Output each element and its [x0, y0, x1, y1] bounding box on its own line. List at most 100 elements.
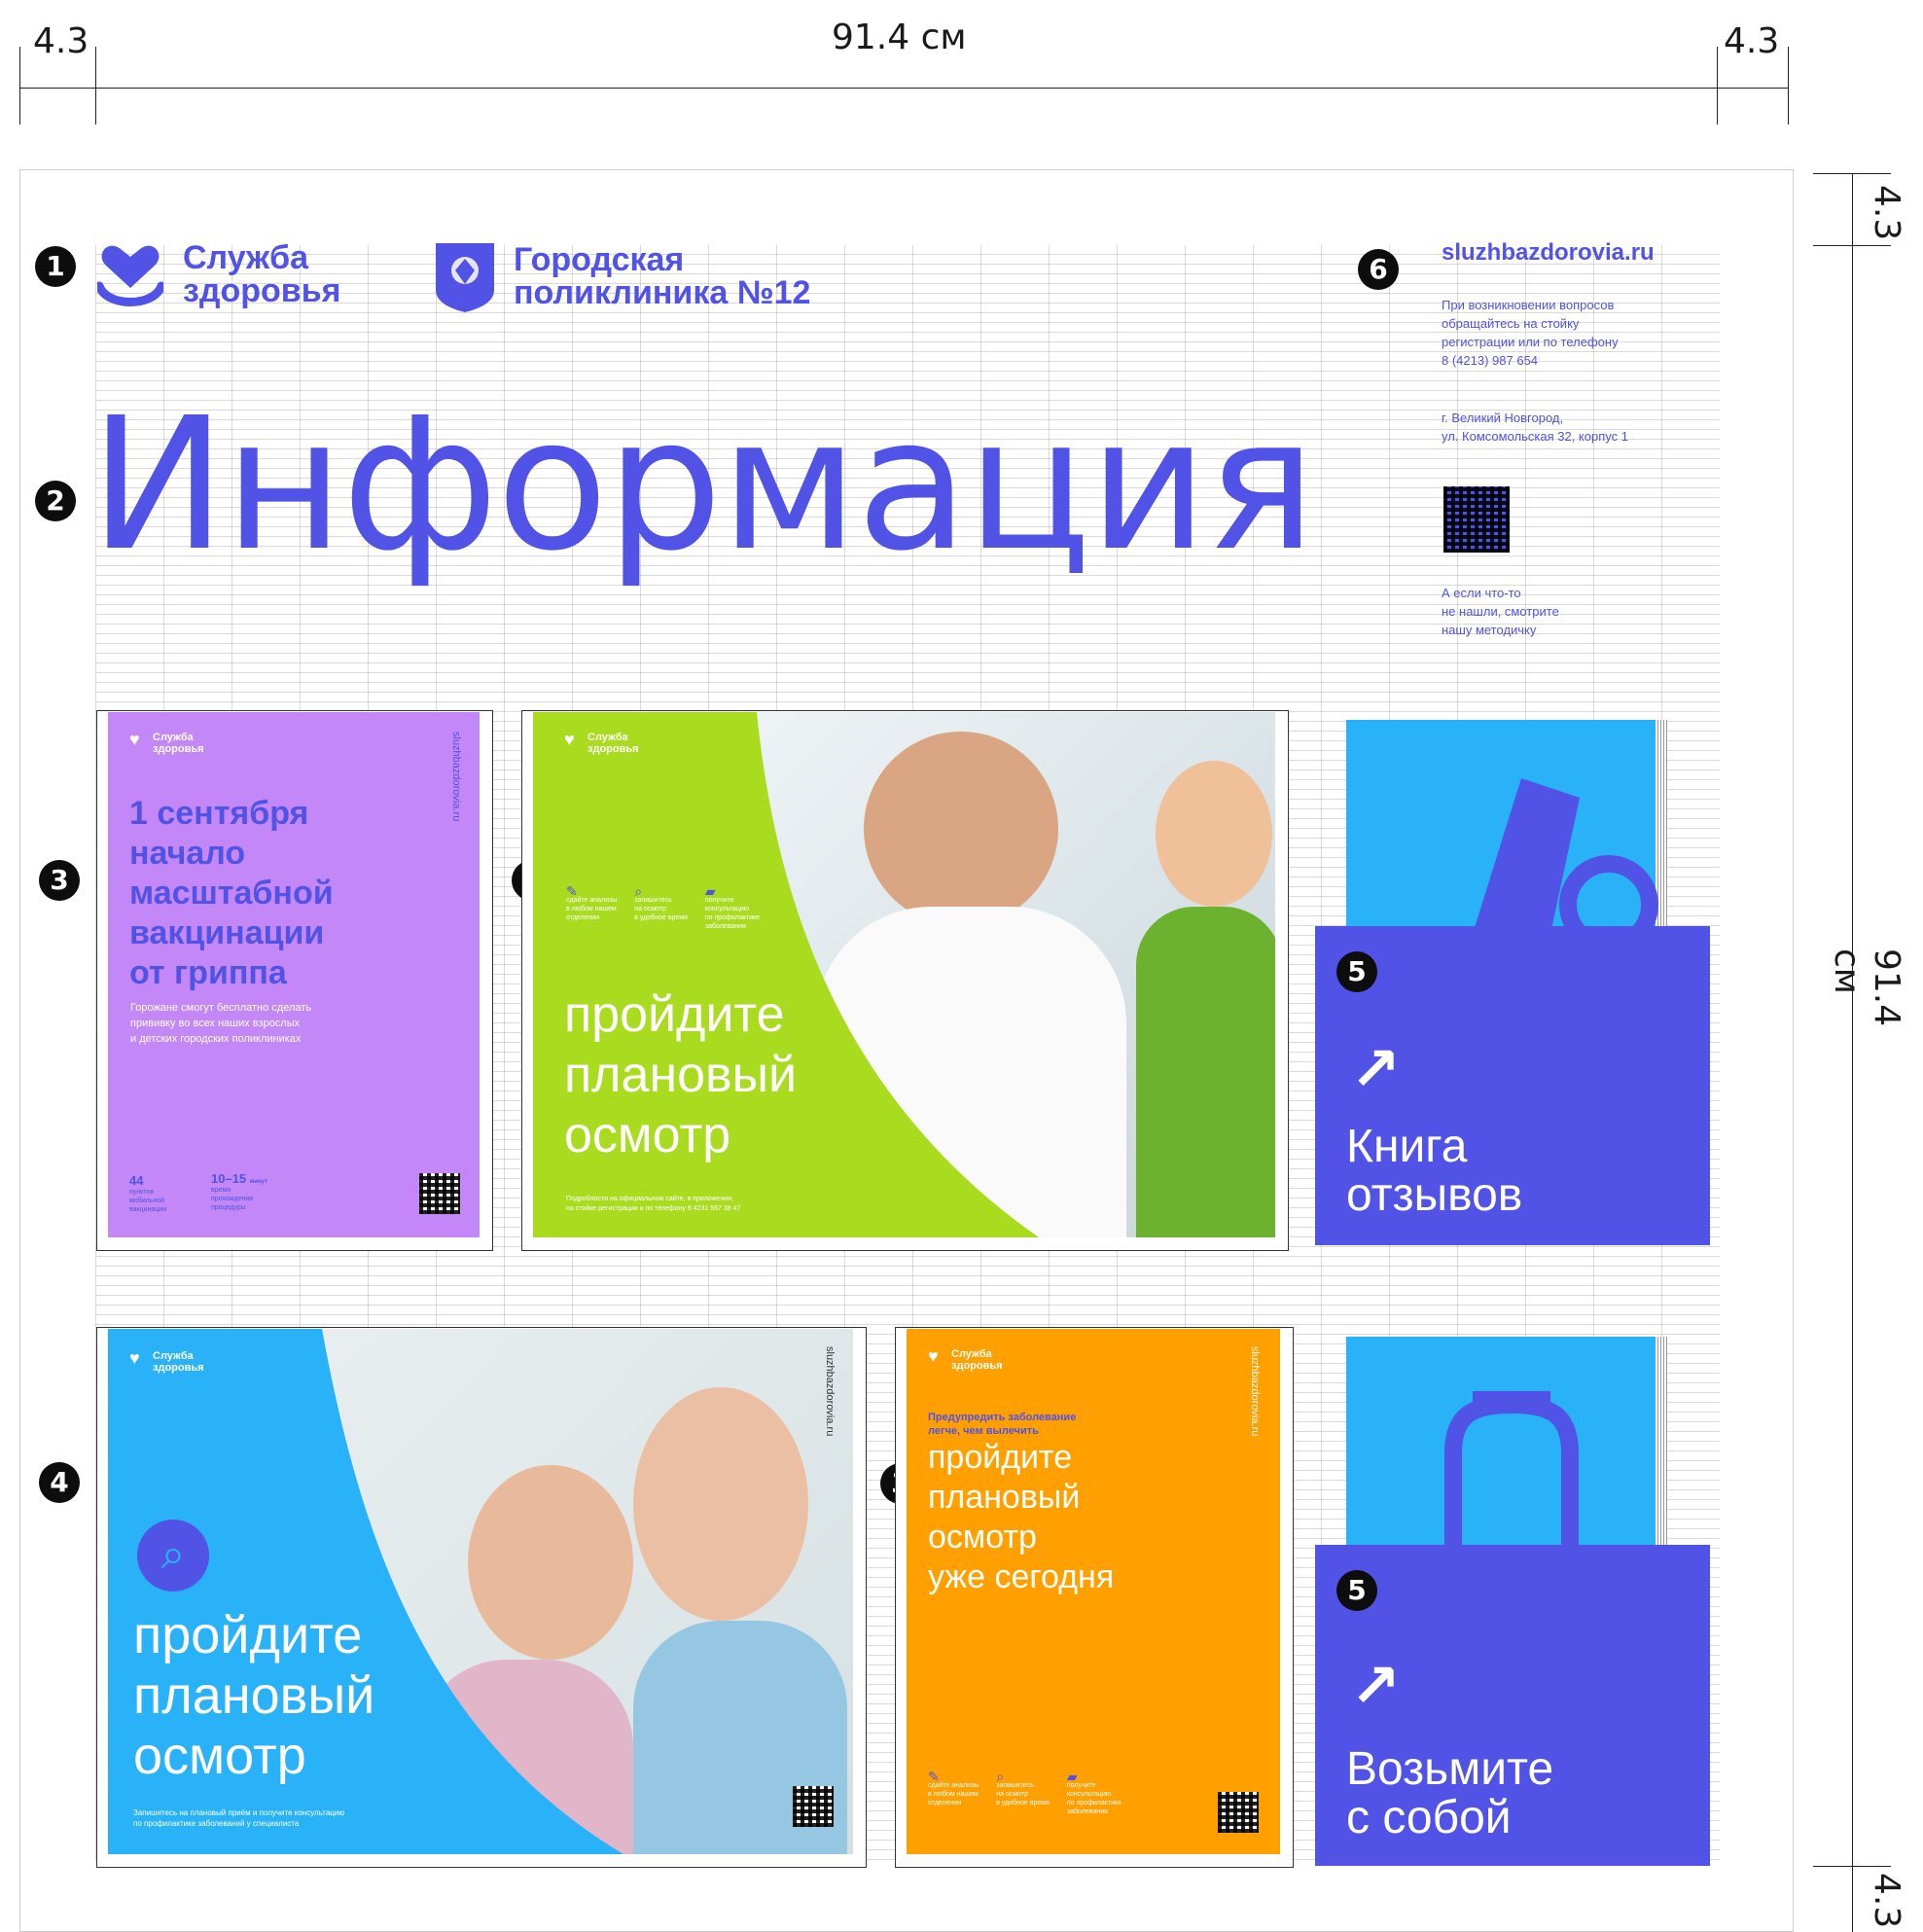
marker-4b: 4: [39, 1462, 80, 1503]
poster-logo: ♥ Служба здоровья: [928, 1346, 1003, 1372]
stat-label: время прохождения процедуры: [211, 1186, 267, 1212]
headline-line: вакцинации: [129, 914, 325, 951]
feature-line: заболевания: [704, 923, 746, 930]
booklet-stack: [1346, 1337, 1667, 1551]
dim-tick: [1788, 47, 1789, 125]
dim-right-margin: 4.3: [1724, 21, 1780, 61]
box-feedback-book[interactable]: 5 ↗ Книга отзывов: [1315, 926, 1710, 1245]
poster-logo-line: здоровья: [951, 1360, 1003, 1372]
box-title-line: Возьмите: [1346, 1743, 1554, 1795]
headline-line: осмотр: [564, 1107, 731, 1163]
dim-bottom-margin: 4.3: [1867, 1873, 1906, 1929]
poster-checkup-green: ♥ Служба здоровья ✎ сдайте анализы в любом…: [533, 712, 1275, 1237]
stat-label: пунктов мобильной вакцинации: [129, 1188, 166, 1214]
headline-line: осмотр: [133, 1727, 306, 1785]
feature-icons: ✎ сдайте анализы в любом нашем отделении ⌕ з…: [566, 883, 829, 931]
search-icon: ⌕: [634, 883, 643, 899]
poster-headline: пройдите плановый осмотр: [564, 984, 797, 1165]
stat-label-line: вакцинации: [129, 1206, 167, 1213]
dim-tick: [1717, 47, 1718, 125]
contact-line: регистрации или по телефону: [1442, 335, 1619, 349]
dim-line-horizontal: [19, 88, 1788, 89]
feature-line: отделении: [928, 1800, 962, 1807]
qr-code[interactable]: [793, 1786, 834, 1827]
poster-logo-line: Служба: [588, 732, 628, 743]
box-title-line: Книга: [1346, 1121, 1468, 1172]
poster-logo: ♥ Служба здоровья: [129, 1349, 204, 1374]
site-url[interactable]: sluzhbazdorovia.ru: [1442, 239, 1655, 267]
feature-line: сдайте анализы: [928, 1782, 979, 1789]
poster-body: Горожане смогут бесплатно сделать привив…: [130, 1000, 311, 1047]
heart-logo-icon: ♥: [928, 1346, 939, 1366]
qr-code[interactable]: [1443, 486, 1510, 553]
address-line: г. Великий Новгород,: [1442, 411, 1564, 425]
dim-top-margin: 4.3: [1867, 185, 1906, 241]
body-line: прививку во всех наших взрослых: [130, 1018, 301, 1029]
headline-line: уже сегодня: [928, 1558, 1115, 1595]
booklet-stack: [1346, 720, 1667, 934]
dim-line-vertical: [1852, 173, 1853, 1932]
box-title: Книга отзывов: [1346, 1123, 1522, 1220]
dim-tick: [19, 47, 20, 125]
headline-line: масштабной: [129, 875, 334, 912]
note: А если что-то не нашли, смотрите нашу ме…: [1442, 584, 1559, 639]
coat-of-arms-icon: [434, 241, 496, 313]
qr-code[interactable]: [1218, 1792, 1259, 1833]
poster-checkup-blue: ♥ Служба здоровья ⌕ пройдите плановый ос…: [108, 1329, 853, 1854]
booklet-pages: [1656, 1337, 1667, 1551]
feature-icons: ✎ сдайте анализы в любом нашем отделении ⌕ з…: [928, 1769, 1191, 1816]
box-take-with-you[interactable]: 5 ↗ Возьмите с собой: [1315, 1545, 1710, 1866]
side-url: sluzhbazdorovia.ru: [1249, 1346, 1261, 1437]
clinic-line2: поликлиника №12: [514, 274, 811, 311]
dim-height: 91.4 см: [1827, 948, 1906, 1027]
poster-kicker: Предупредить заболевание легче, чем выле…: [928, 1411, 1076, 1438]
contact-line: обращайтесь на стойку: [1442, 316, 1580, 331]
stat-value: 10–15 минут: [211, 1171, 267, 1186]
body-line: Горожане смогут бесплатно сделать: [130, 1002, 312, 1014]
clinic-line1: Городская: [514, 241, 685, 278]
chat-icon: ▰: [704, 883, 716, 899]
contact-phone: 8 (4213) 987 654: [1442, 353, 1539, 368]
poster-headline: 1 сентября начало масштабной вакцинации …: [129, 794, 334, 993]
footer-line: на стойке регистрации и по телефону 8 42…: [566, 1205, 741, 1212]
headline-line: 1 сентября: [129, 795, 309, 832]
stat-unit: минут: [249, 1179, 267, 1185]
search-icon: ⌕: [137, 1520, 209, 1592]
feature-line: сдайте анализы: [566, 897, 618, 904]
contact-info: При возникновении вопросов обращайтесь н…: [1442, 296, 1619, 370]
feature-line: заболевания: [1066, 1808, 1108, 1815]
stat-label-line: процедуры: [211, 1204, 246, 1211]
feature-item: ▰ получите консультацию по профилактике забо…: [704, 883, 761, 931]
feature-line: отделении: [566, 914, 600, 921]
logo-line1: Служба: [183, 239, 309, 276]
side-url: sluzhbazdorovia.ru: [450, 732, 462, 822]
stat-number: 10–15: [211, 1171, 247, 1186]
headline-line: пройдите: [564, 986, 785, 1043]
pen-icon: [1473, 778, 1658, 934]
qr-code[interactable]: [419, 1173, 460, 1214]
search-icon: ⌕: [996, 1769, 1005, 1784]
clinic-name: Городская поликлиника №12: [514, 243, 810, 309]
headline-line: плановый: [928, 1479, 1081, 1516]
body-line: по профилактике заболеваний у специалист…: [133, 1819, 300, 1828]
heart-logo-icon: ♥: [129, 730, 140, 749]
kicker-line: легче, чем вылечить: [928, 1425, 1039, 1437]
feature-line: в удобное время: [634, 914, 688, 921]
poster-logo-line: здоровья: [588, 743, 639, 755]
marker-5b: 5: [1336, 1570, 1377, 1611]
poster-vaccination: ♥ Служба здоровья 1 сентября начало масш…: [108, 712, 480, 1237]
marker-6: 6: [1358, 249, 1399, 290]
address: г. Великий Новгород, ул. Комсомольская 3…: [1442, 409, 1628, 446]
poster-logo: ♥ Служба здоровья: [564, 731, 639, 755]
feature-line: запишитесь: [996, 1782, 1034, 1789]
headline-line: от гриппа: [129, 954, 287, 991]
feature-line: по профилактике: [704, 914, 761, 921]
test-tube-icon: ✎: [928, 1769, 940, 1784]
poster-logo: ♥ Служба здоровья: [129, 730, 204, 755]
test-tube-icon: ✎: [566, 883, 578, 899]
logo-line2: здоровья: [183, 272, 341, 309]
box-title: Возьмите с собой: [1346, 1745, 1553, 1843]
poster-logo-line: Служба: [951, 1348, 992, 1360]
headline-line: пройдите: [928, 1439, 1073, 1476]
stat-label-line: пунктов: [129, 1189, 155, 1196]
